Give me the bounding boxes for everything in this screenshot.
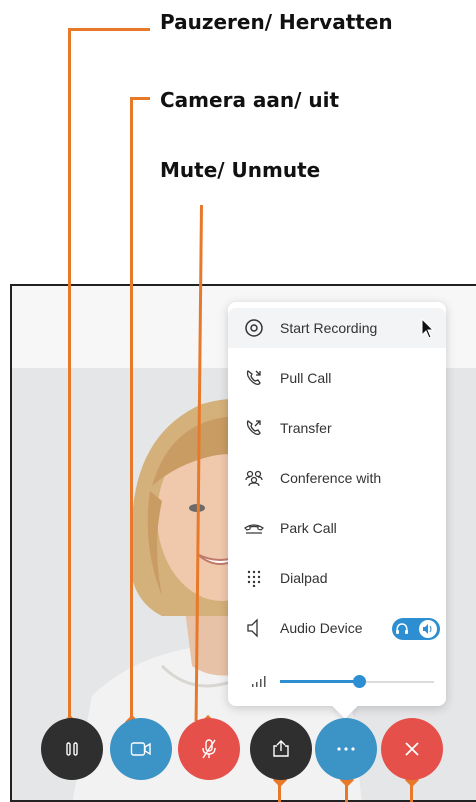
park-call-icon	[228, 518, 280, 538]
more-button[interactable]	[315, 718, 377, 780]
pull-call-icon	[228, 368, 280, 388]
microphone-muted-icon	[200, 738, 218, 760]
conference-icon	[228, 468, 280, 488]
transfer-icon	[228, 418, 280, 438]
pause-button[interactable]	[41, 718, 103, 780]
callout-mute-toggle: Mute/ Unmute	[160, 158, 321, 182]
close-icon	[403, 740, 421, 758]
menu-item-audio-device[interactable]: Audio Device	[228, 608, 446, 648]
callout-camera-toggle: Camera aan/ uit	[160, 88, 340, 112]
headset-icon	[396, 623, 408, 634]
menu-item-label: Audio Device	[280, 620, 363, 636]
menu-item-park-call[interactable]: Park Call	[228, 508, 446, 548]
menu-item-start-recording[interactable]: Start Recording	[228, 308, 446, 348]
menu-item-label: Park Call	[280, 520, 337, 536]
menu-item-label: Transfer	[280, 420, 332, 436]
end-call-button[interactable]	[381, 718, 443, 780]
menu-item-label: Start Recording	[280, 320, 378, 336]
volume-level-icon	[252, 676, 266, 687]
menu-item-dialpad[interactable]: Dialpad	[228, 558, 446, 598]
callout-pause-resume: Pauzeren/ Hervatten	[160, 10, 393, 34]
menu-item-label: Conference with	[280, 470, 382, 486]
record-icon	[228, 318, 280, 338]
menu-item-conference[interactable]: Conference with	[228, 458, 446, 498]
more-dots-icon	[336, 746, 356, 752]
camera-button[interactable]	[110, 718, 172, 780]
video-camera-icon	[130, 741, 152, 757]
share-upload-icon	[271, 739, 291, 759]
volume-thumb[interactable]	[352, 675, 366, 688]
volume-slider[interactable]	[228, 664, 446, 700]
menu-item-pull-call[interactable]: Pull Call	[228, 358, 446, 398]
share-button[interactable]	[250, 718, 312, 780]
menu-item-transfer[interactable]: Transfer	[228, 408, 446, 448]
speaker-on-icon	[423, 624, 432, 634]
pause-icon	[63, 740, 81, 758]
speaker-icon	[228, 618, 280, 638]
speaker-toggle-knob	[419, 620, 437, 638]
more-options-menu: Start Recording Pull Call Transfer Confe…	[228, 302, 446, 706]
dialpad-icon	[228, 569, 280, 587]
mute-button[interactable]	[178, 718, 240, 780]
menu-item-label: Dialpad	[280, 570, 328, 586]
volume-track-fill	[280, 680, 359, 683]
menu-item-label: Pull Call	[280, 370, 332, 386]
audio-device-toggle[interactable]	[392, 618, 440, 640]
mouse-cursor-icon	[421, 318, 435, 339]
